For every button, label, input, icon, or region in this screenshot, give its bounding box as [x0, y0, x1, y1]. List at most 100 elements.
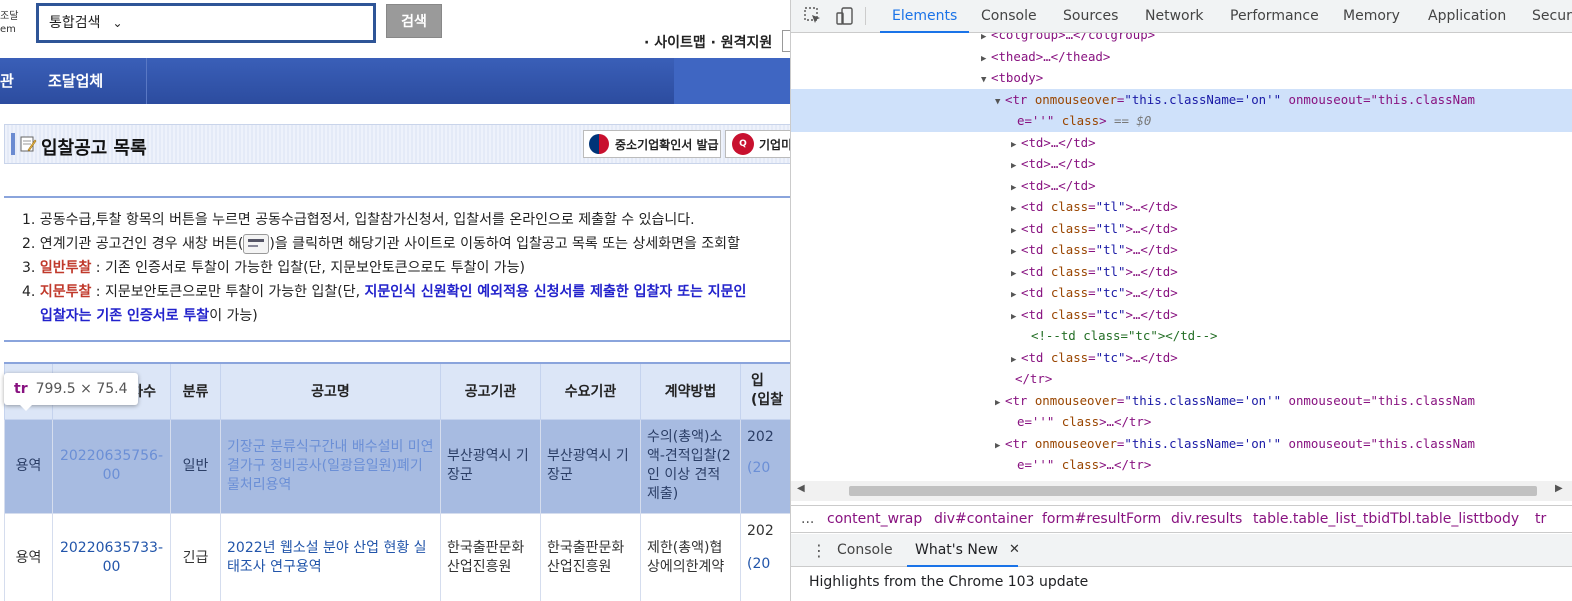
tab-security[interactable]: Secur [1532, 0, 1572, 33]
scrollbar-thumb[interactable] [849, 486, 1537, 496]
tab-network[interactable]: Network [1145, 0, 1203, 33]
page-title: 입찰공고 목록 [41, 138, 147, 159]
tab-console[interactable]: Console [981, 0, 1037, 33]
notice-item-2: 2. 연계기관 공고건인 경우 새창 버튼()을 클릭하면 해당기관 사이트로 … [22, 232, 790, 256]
bid-name-link[interactable]: 2022년 웹소설 분야 산업 현황 실태조사 연구용역 [227, 540, 427, 575]
table-row[interactable]: 용역 20220635733-00 긴급 2022년 웹소설 분야 산업 현황 … [4, 512, 790, 601]
dom-node[interactable]: <!--td class="tc"></td--> [791, 325, 1572, 347]
bid-number-link[interactable]: 20220635733-00 [60, 540, 163, 575]
tooltip-size: 799.5 × 75.4 [35, 381, 128, 397]
breadcrumb-item[interactable]: table.table_list_tbidTbl.table_list [1253, 506, 1479, 532]
breadcrumb-more[interactable]: ... [801, 506, 814, 532]
cell-name[interactable]: 2022년 웹소설 분야 산업 현황 실태조사 연구용역 [220, 512, 441, 601]
utility-box [782, 30, 790, 52]
site-logo[interactable]: 조달 em [0, 10, 18, 36]
breadcrumb-item[interactable]: form#resultForm [1042, 506, 1161, 532]
dom-horizontal-scrollbar[interactable]: ◀ ▶ [791, 481, 1572, 501]
dom-node-text: e=''" class> == $0 [1017, 113, 1152, 128]
drawer-tab-whats-new[interactable]: What's New [907, 534, 1018, 567]
dom-node-text: <td>…</td> [1021, 177, 1096, 193]
sme-certificate-button[interactable]: 중소기업확인서 발급 [583, 130, 721, 158]
close-icon[interactable]: ✕ [1009, 534, 1020, 567]
dom-node[interactable]: ▼ <tbody> [791, 67, 1572, 89]
dom-node-text: e=''" class>…</tr> [1017, 457, 1152, 472]
dom-node[interactable]: ▶ <td class="tl">…</td> [791, 218, 1572, 240]
inspect-element-icon[interactable] [803, 6, 823, 26]
dom-node-selected[interactable]: ▼ <tr onmouseover="this.className='on'" o… [791, 88, 1572, 110]
bid-number-link[interactable]: 20220635756-00 [60, 448, 163, 483]
more-vert-icon[interactable]: ⋮ [811, 541, 827, 560]
dom-node-text: <tr onmouseover="this.className='on'" on… [1005, 435, 1475, 451]
tab-performance[interactable]: Performance [1230, 0, 1319, 33]
cell-date-line2: (20 [747, 555, 771, 572]
nav-item-suppliers[interactable]: 조달업체 [48, 58, 103, 104]
whats-new-heading: Highlights from the Chrome 103 update [809, 574, 1089, 590]
nav-block [674, 58, 790, 104]
dom-node-text: <td class="tc">…</td> [1021, 306, 1178, 322]
cell-number[interactable]: 20220635733-00 [52, 512, 171, 601]
dom-node[interactable]: ▶ <td class="tc">…</td> [791, 347, 1572, 369]
table-row[interactable]: 용역 20220635756-00 일반 기장군 분류식구간내 배수설비 미연결… [4, 418, 790, 514]
drawer-tab-bar: ⋮ Console What's New ✕ [791, 534, 1572, 567]
notice-item-4-cont: 입찰자는 기존 인증서로 투찰이 가능) [22, 304, 790, 328]
dom-node[interactable]: ▶ <td class="tl">…</td> [791, 261, 1572, 283]
bid-name-link[interactable]: 기장군 분류식구간내 배수설비 미연결가구 정비공사(일광읍일원)폐기물처리용역 [227, 439, 434, 493]
notice-item-4: 4. 지문투찰 : 지문보안토큰으로만 투찰이 가능한 입찰(단, 지문인식 신… [22, 280, 790, 304]
breadcrumb-item-current[interactable]: tr [1535, 506, 1546, 532]
dom-node[interactable]: ▶ <td>…</td> [791, 153, 1572, 175]
dom-tree[interactable]: ▶ <colgroup>…</colgroup> ▶ <thead>…</thead>… [791, 33, 1572, 481]
dom-node[interactable]: ▶ <tr onmouseover="this.className='on'" o… [791, 433, 1572, 455]
toolbar-divider [865, 7, 866, 25]
cell-date-line2: (20 [747, 459, 771, 476]
dom-node[interactable]: ▶ <td>…</td> [791, 132, 1572, 154]
dom-node-text: <colgroup>…</colgroup> [991, 33, 1156, 42]
dom-node[interactable]: ▶ <tr onmouseover="this.className='on'" o… [791, 390, 1572, 412]
search-button[interactable]: 검색 [386, 4, 442, 38]
dom-node[interactable]: ▶ <thead>…</thead> [791, 46, 1572, 68]
notice-item-3-text: : 기존 인증서로 투찰이 가능한 입찰(단, 지문보안토큰으로도 투찰이 가능… [91, 260, 526, 276]
dom-node[interactable]: ▶ <td class="tl">…</td> [791, 196, 1572, 218]
dom-node[interactable]: ▶ <td>…</td> [791, 175, 1572, 197]
notice-item-2-text-b: )을 클릭하면 해당기관 사이트로 이동하여 입찰공고 목록 또는 상세화면을 … [269, 236, 740, 252]
dom-node[interactable]: </tr> [791, 368, 1572, 390]
dom-node[interactable]: ▶ <td class="tl">…</td> [791, 239, 1572, 261]
new-window-icon [243, 234, 270, 254]
search-input[interactable]: 통합검색 ⌄ [36, 3, 376, 43]
cell-method: 제한(총액)협상에의한계약 [640, 512, 741, 601]
nav-divider [146, 58, 147, 104]
cell-name[interactable]: 기장군 분류식구간내 배수설비 미연결가구 정비공사(일광읍일원)폐기물처리용역 [220, 418, 441, 514]
breadcrumb-item[interactable]: div#container [934, 506, 1033, 532]
dom-node-text: <td class="tl">…</td> [1021, 220, 1178, 236]
nav-item-partial[interactable]: 관 [0, 58, 14, 104]
device-toolbar-icon[interactable] [835, 6, 855, 26]
notice-item-4-num: 4. [22, 284, 40, 300]
tab-elements[interactable]: Elements [879, 0, 970, 33]
dom-node[interactable]: e=''" class>…</tr> [791, 411, 1572, 433]
search-scope-select[interactable]: 통합검색 ⌄ [49, 12, 123, 32]
tab-application[interactable]: Application [1428, 0, 1506, 33]
dom-node[interactable]: e=''" class>…</tr> [791, 454, 1572, 476]
cell-method: 수의(총액)소액-견적입찰(2인 이상 견적 제출) [640, 418, 741, 514]
tab-sources[interactable]: Sources [1063, 0, 1118, 33]
dom-node-text: <td class="tl">…</td> [1021, 242, 1178, 257]
scroll-left-icon[interactable]: ◀ [797, 483, 805, 494]
tab-memory[interactable]: Memory [1343, 0, 1400, 33]
col-header-category: 분류 [170, 362, 221, 420]
cell-agency: 한국출판문화산업진흥원 [440, 512, 541, 601]
cell-number[interactable]: 20220635756-00 [52, 418, 171, 514]
dom-node-text: <tr onmouseover="this.className='on'" on… [1005, 392, 1475, 408]
breadcrumb-item[interactable]: content_wrap [827, 506, 922, 532]
dom-node[interactable]: ▶ <td class="tc">…</td> [791, 282, 1572, 304]
dom-node[interactable]: ▶ <td class="tc">…</td> [791, 304, 1572, 326]
utility-links[interactable]: · 사이트맵 · 원격지원 [644, 32, 772, 52]
breadcrumb-item[interactable]: div.results [1171, 506, 1242, 532]
dom-node-text: </tr> [1015, 371, 1053, 386]
cell-category: 일반 [170, 418, 221, 514]
dom-node-selected[interactable]: e=''" class> == $0 [791, 110, 1572, 132]
drawer-tab-console[interactable]: Console [837, 534, 893, 567]
scroll-right-icon[interactable]: ▶ [1555, 483, 1563, 494]
business-button[interactable]: Q 기업미 [725, 130, 790, 158]
breadcrumb-item[interactable]: tbody [1479, 506, 1519, 532]
dom-node[interactable]: ▶ <colgroup>…</colgroup> [791, 33, 1572, 46]
chevron-down-icon: ⌄ [112, 16, 123, 30]
